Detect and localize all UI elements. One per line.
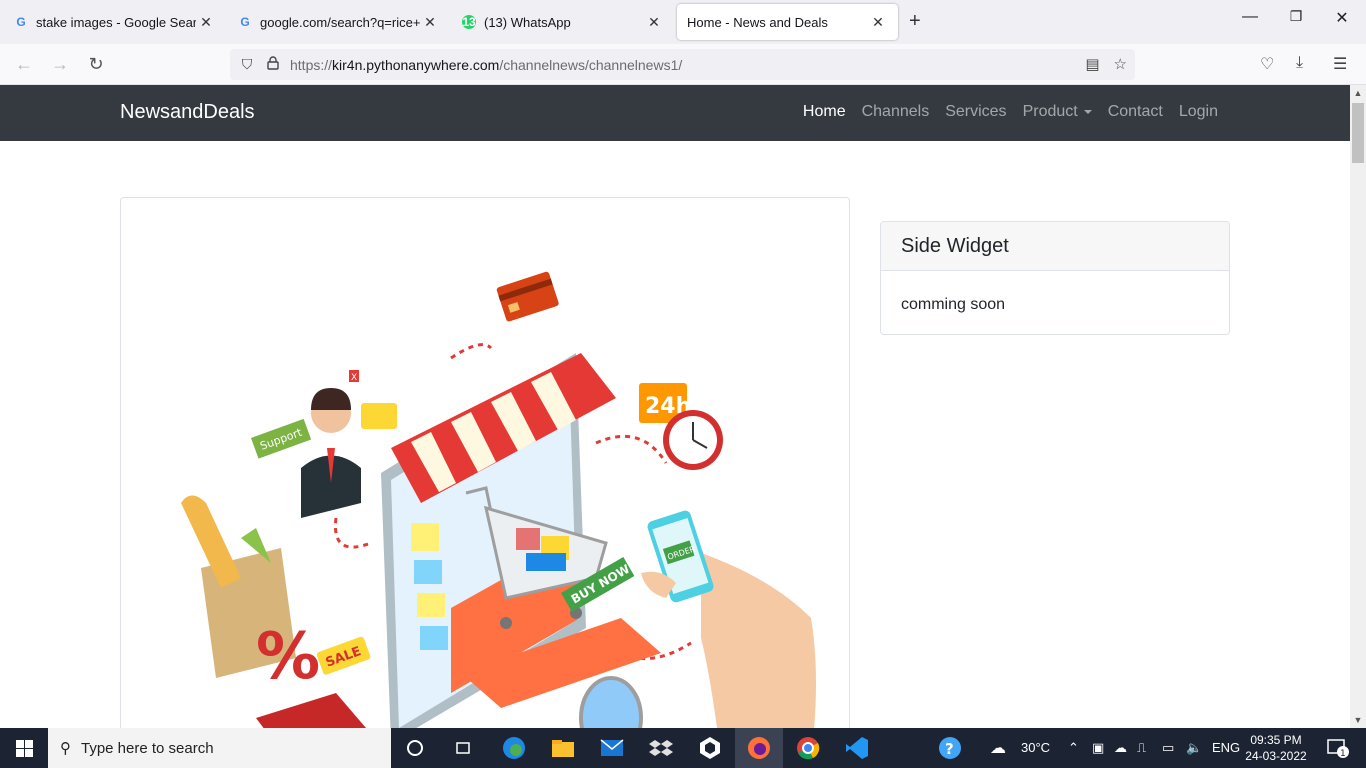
nav-home[interactable]: Home — [803, 103, 846, 121]
scroll-down-icon[interactable]: ▼ — [1350, 715, 1366, 725]
chevron-up-icon[interactable]: ⌃ — [1068, 740, 1079, 756]
window-close-icon[interactable]: ✕ — [1322, 8, 1362, 28]
firefox-icon[interactable] — [735, 728, 783, 768]
menu-icon[interactable]: ☰ — [1333, 54, 1347, 74]
clock-time: 09:35 PM — [1250, 733, 1302, 747]
minimize-icon[interactable]: — — [1230, 8, 1270, 26]
reload-icon[interactable]: ↻ — [84, 54, 108, 75]
bookmark-star-icon[interactable]: ☆ — [1114, 55, 1127, 73]
vscode-icon[interactable] — [833, 728, 881, 768]
tab-title: (13) WhatsApp — [484, 14, 571, 30]
task-view-icon[interactable] — [439, 728, 487, 768]
weather-cloud-icon[interactable]: ☁ — [990, 738, 1006, 758]
nav-channels[interactable]: Channels — [862, 103, 930, 121]
temperature[interactable]: 30°C — [1021, 740, 1050, 755]
new-tab-button[interactable]: + — [909, 10, 921, 33]
volume-icon[interactable]: 🔈 — [1186, 740, 1202, 756]
scrollbar-thumb[interactable] — [1352, 103, 1364, 163]
tab-google-rice[interactable]: G google.com/search?q=rice+foo ✕ — [228, 4, 450, 40]
taskbar-search[interactable]: ⚲ Type here to search — [48, 728, 391, 768]
scroll-up-icon[interactable]: ▲ — [1350, 88, 1366, 98]
mail-icon[interactable] — [588, 728, 636, 768]
tab-title: stake images - Google Search — [36, 14, 196, 30]
side-widget: Side Widget comming soon — [880, 221, 1230, 335]
browser-tab-strip: G stake images - Google Search ✕ G googl… — [0, 0, 1366, 44]
svg-text:%: % — [256, 620, 320, 694]
widget-title: Side Widget — [881, 222, 1229, 271]
search-placeholder: Type here to search — [81, 739, 214, 757]
file-explorer-icon[interactable] — [539, 728, 587, 768]
search-icon: ⚲ — [60, 740, 71, 757]
url-text[interactable]: https://kir4n.pythonanywhere.com/channel… — [290, 57, 682, 73]
nav-login[interactable]: Login — [1179, 103, 1218, 121]
whatsapp-icon: 13 — [462, 15, 476, 29]
page-viewport: NewsandDeals Home Channels Services Prod… — [0, 85, 1350, 728]
browser-toolbar: ← → ↻ ⛉ https://kir4n.pythonanywhere.com… — [0, 44, 1366, 85]
cortana-icon[interactable] — [391, 728, 439, 768]
tab-news-and-deals[interactable]: Home - News and Deals ✕ — [677, 4, 898, 40]
forward-icon[interactable]: → — [48, 54, 72, 75]
nav-contact[interactable]: Contact — [1108, 103, 1163, 121]
restore-icon[interactable]: ❐ — [1276, 8, 1316, 25]
tab-google-search[interactable]: G stake images - Google Search ✕ — [4, 4, 226, 40]
nav-services[interactable]: Services — [945, 103, 1006, 121]
site-menu: Home Channels Services Product Contact L… — [803, 103, 1218, 121]
battery-icon[interactable]: ▭ — [1162, 740, 1174, 756]
svg-text:1: 1 — [1340, 749, 1346, 758]
tab-whatsapp[interactable]: 13 (13) WhatsApp ✕ — [452, 4, 674, 40]
app-hexagon-icon[interactable] — [686, 728, 734, 768]
close-icon[interactable]: ✕ — [868, 14, 888, 31]
download-icon[interactable]: ⤓ — [1296, 54, 1303, 72]
ecommerce-illustration: Support X 24h BUY NOW ORDER % SALE — [181, 271, 816, 728]
pocket-icon[interactable]: ♡ — [1260, 54, 1274, 74]
back-icon[interactable]: ← — [12, 54, 36, 75]
shield-icon[interactable]: ⛉ — [234, 56, 260, 73]
site-navbar: NewsandDeals Home Channels Services Prod… — [0, 85, 1350, 141]
svg-text:X: X — [351, 373, 357, 383]
clock-date: 24-03-2022 — [1245, 749, 1307, 763]
close-icon[interactable]: ✕ — [644, 14, 664, 31]
onedrive-icon[interactable]: ☁ — [1114, 740, 1127, 756]
caret-down-icon — [1083, 109, 1092, 114]
windows-icon — [15, 739, 33, 757]
notification-icon[interactable]: 1 — [1318, 728, 1358, 768]
close-icon[interactable]: ✕ — [196, 14, 216, 31]
google-icon: G — [16, 15, 26, 29]
windows-taskbar: ⚲ Type here to search ? ☁ 30°C ⌃ ▣ ☁ ⎍ ▭… — [0, 728, 1366, 768]
widget-body: comming soon — [901, 296, 1006, 313]
tab-title: Home - News and Deals — [687, 14, 828, 30]
nav-product[interactable]: Product — [1023, 103, 1092, 121]
dropbox-icon[interactable] — [637, 728, 685, 768]
chrome-icon[interactable] — [784, 728, 832, 768]
site-brand[interactable]: NewsandDeals — [120, 101, 255, 124]
language-indicator[interactable]: ENG — [1212, 740, 1240, 755]
address-bar[interactable]: ⛉ https://kir4n.pythonanywhere.com/chann… — [230, 49, 1135, 80]
lock-icon[interactable] — [260, 56, 286, 73]
page-scrollbar[interactable]: ▲ ▼ — [1350, 85, 1366, 728]
main-card: Support X 24h BUY NOW ORDER % SALE — [120, 197, 850, 728]
help-icon[interactable]: ? — [928, 728, 972, 768]
meet-now-icon[interactable]: ▣ — [1092, 740, 1104, 756]
reader-view-icon[interactable]: ▤ — [1085, 55, 1099, 73]
network-icon[interactable]: ⎍ — [1137, 740, 1146, 756]
edge-icon[interactable] — [490, 728, 538, 768]
tab-title: google.com/search?q=rice+foo — [260, 14, 420, 30]
svg-text:?: ? — [945, 740, 954, 758]
clock[interactable]: 09:35 PM 24-03-2022 — [1238, 732, 1314, 764]
google-icon: G — [240, 15, 250, 29]
start-button[interactable] — [0, 728, 48, 768]
close-icon[interactable]: ✕ — [420, 14, 440, 31]
